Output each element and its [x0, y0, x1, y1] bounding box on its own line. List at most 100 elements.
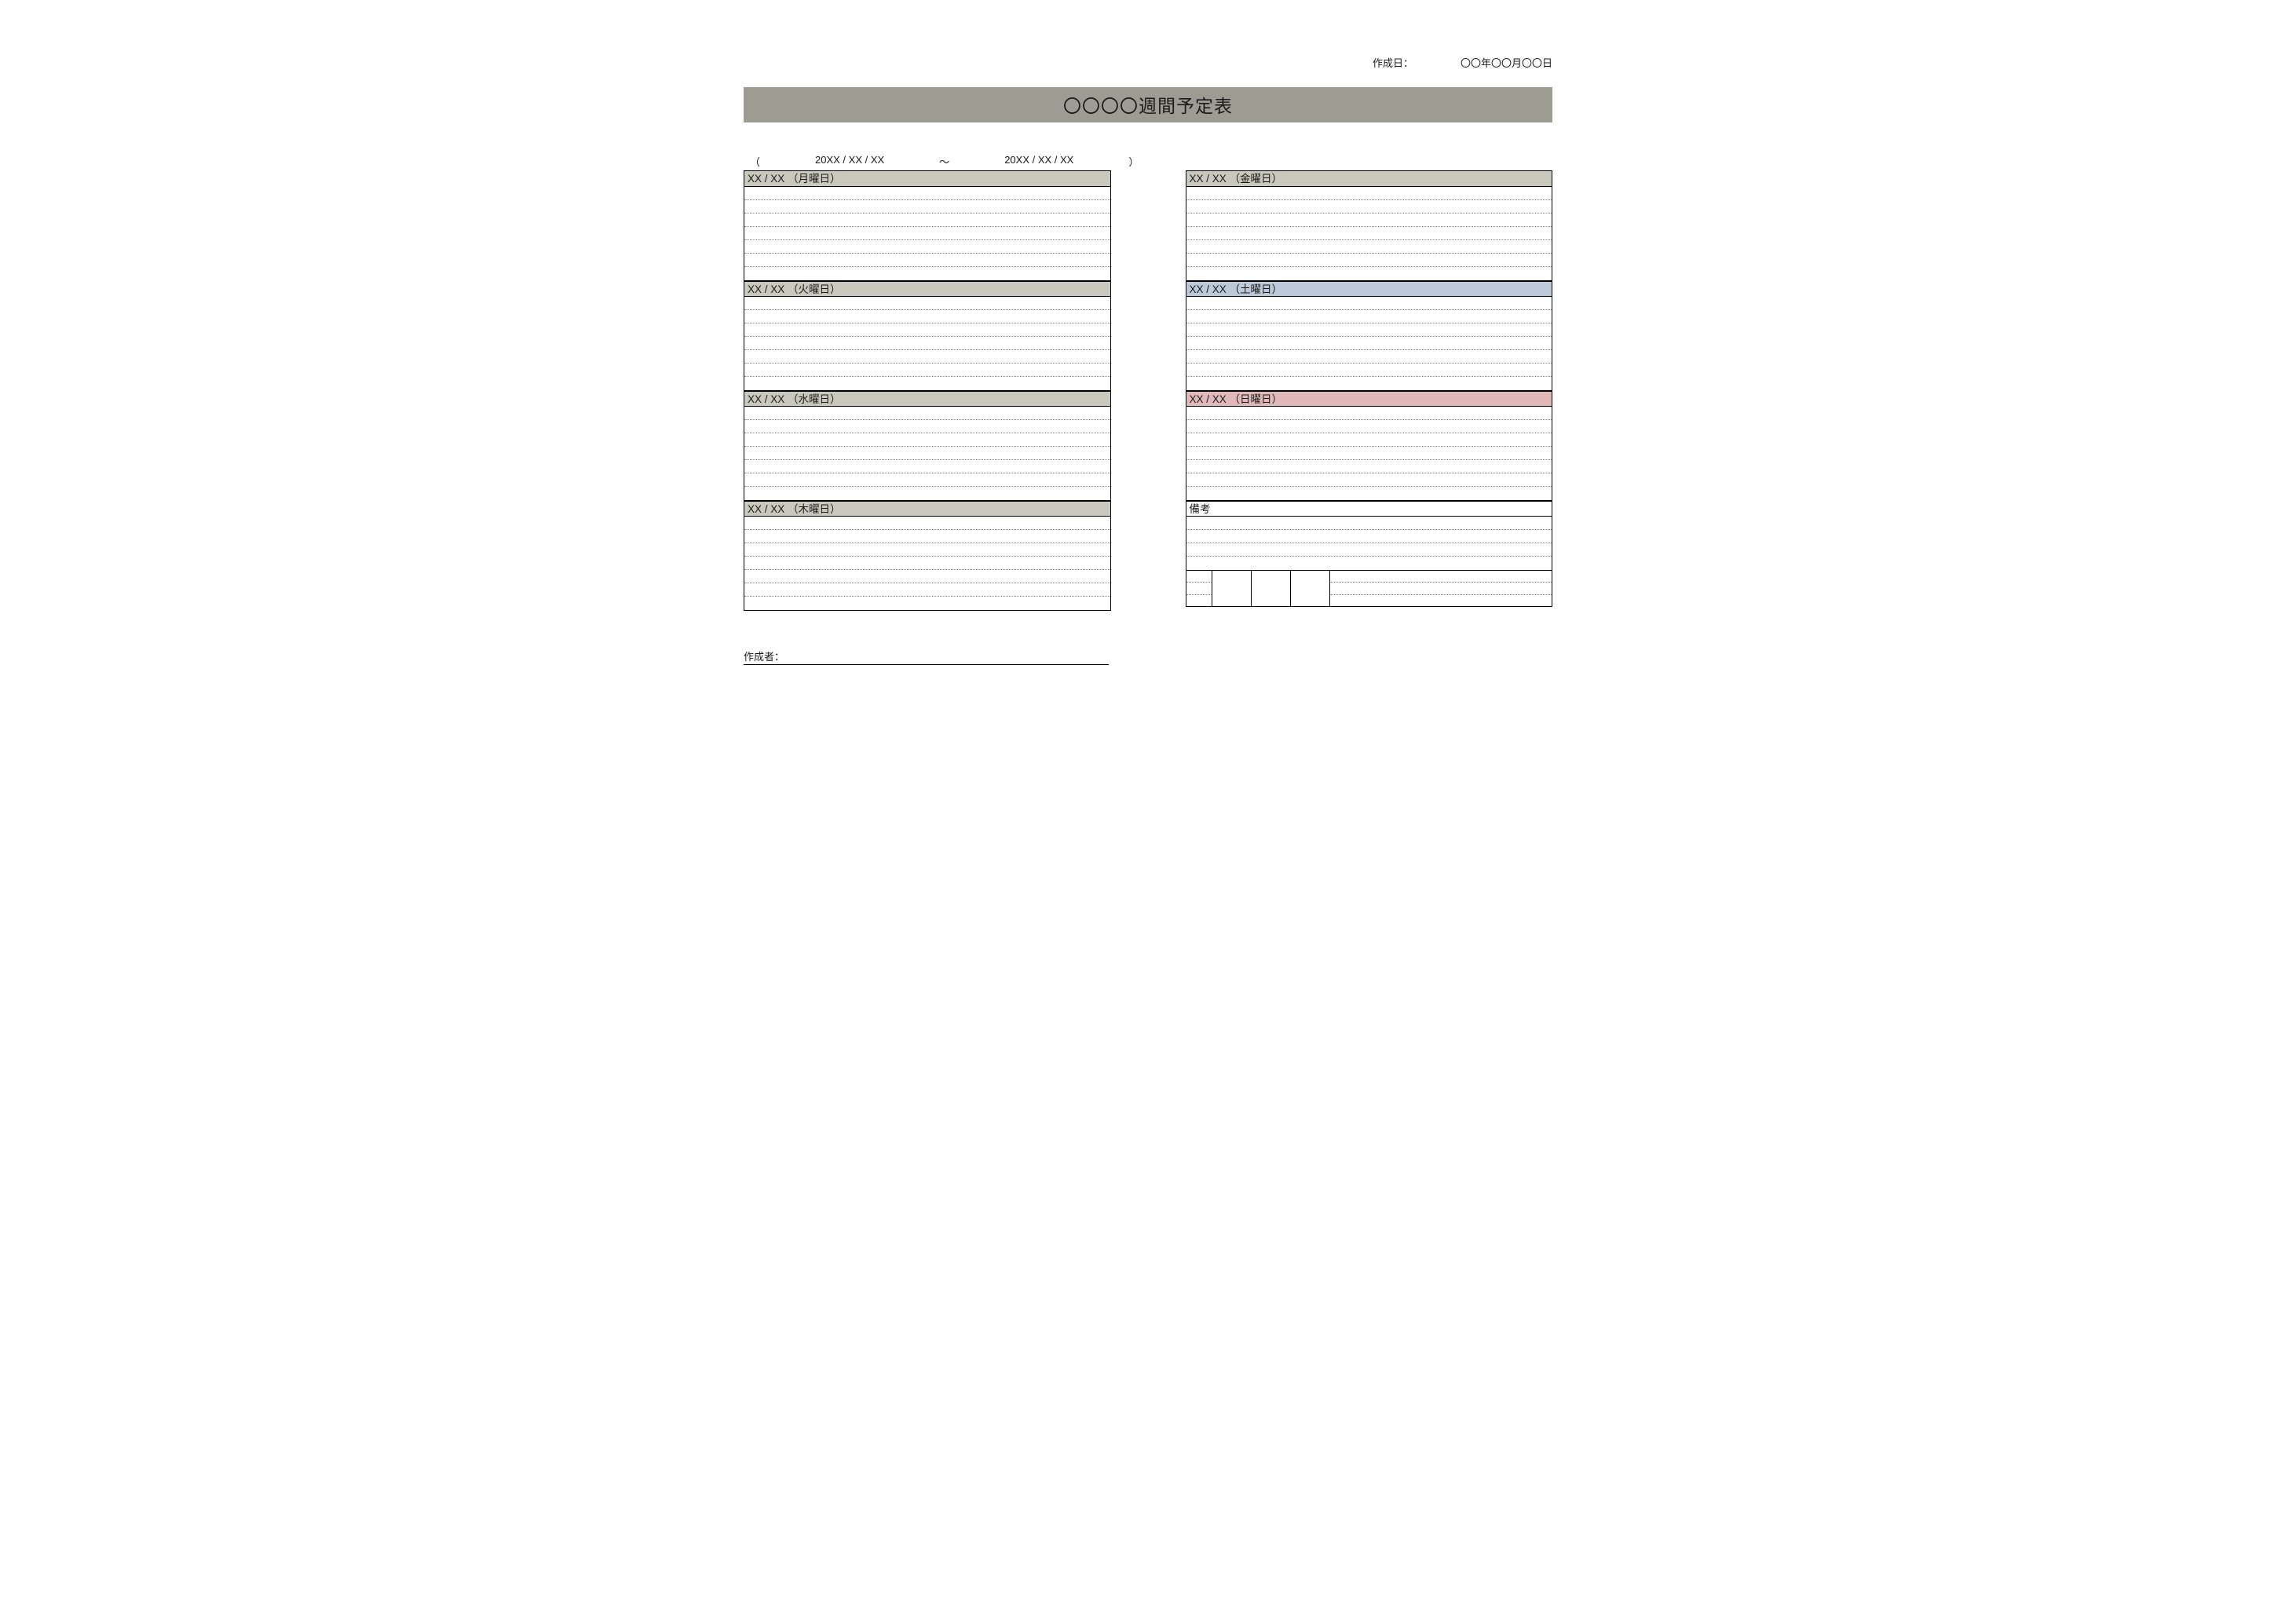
- schedule-line[interactable]: [1186, 557, 1552, 570]
- day-lines-friday: [1186, 187, 1552, 280]
- day-block-friday: XX / XX （金曜日）: [1186, 170, 1553, 281]
- schedule-line[interactable]: [1186, 227, 1552, 240]
- schedule-line[interactable]: [744, 597, 1110, 610]
- schedule-line[interactable]: [744, 460, 1110, 473]
- day-header-thursday: XX / XX （木曜日）: [744, 501, 1110, 517]
- schedule-line[interactable]: [744, 517, 1110, 530]
- schedule-line[interactable]: [1186, 297, 1552, 310]
- schedule-line[interactable]: [1186, 187, 1552, 200]
- schedule-line[interactable]: [1186, 447, 1552, 460]
- day-block-wednesday: XX / XX （水曜日）: [744, 391, 1111, 501]
- day-lines-sunday: [1186, 407, 1552, 500]
- author-field[interactable]: 作成者：: [744, 648, 1109, 665]
- schedule-line[interactable]: [1186, 487, 1552, 500]
- day-block-tuesday: XX / XX （火曜日）: [744, 281, 1111, 391]
- schedule-line[interactable]: [1186, 571, 1212, 583]
- schedule-line[interactable]: [744, 350, 1110, 363]
- schedule-line[interactable]: [1186, 543, 1552, 557]
- schedule-line[interactable]: [1186, 595, 1212, 606]
- schedule-line[interactable]: [744, 297, 1110, 310]
- day-header-tuesday: XX / XX （火曜日）: [744, 281, 1110, 297]
- stamp-row: [1186, 570, 1552, 606]
- stamp-right-area: [1330, 571, 1552, 606]
- day-header-saturday: XX / XX （土曜日）: [1186, 281, 1552, 297]
- schedule-line[interactable]: [1186, 240, 1552, 254]
- schedule-line[interactable]: [1186, 583, 1212, 594]
- schedule-line[interactable]: [744, 447, 1110, 460]
- schedule-line[interactable]: [744, 557, 1110, 570]
- schedule-line[interactable]: [1186, 214, 1552, 227]
- schedule-line[interactable]: [1186, 377, 1552, 390]
- schedule-line[interactable]: [744, 570, 1110, 583]
- created-date-value: 〇〇年〇〇月〇〇日: [1461, 55, 1552, 70]
- day-lines-saturday: [1186, 297, 1552, 390]
- day-header-monday: XX / XX （月曜日）: [744, 171, 1110, 187]
- day-header-sunday: XX / XX （日曜日）: [1186, 391, 1552, 407]
- schedule-line[interactable]: [744, 214, 1110, 227]
- schedule-line[interactable]: [744, 240, 1110, 254]
- schedule-line[interactable]: [1186, 310, 1552, 323]
- schedule-line[interactable]: [1186, 530, 1552, 543]
- schedule-line[interactable]: [744, 337, 1110, 350]
- schedule-line[interactable]: [1186, 350, 1552, 363]
- stamp-box[interactable]: [1252, 571, 1291, 606]
- schedule-line[interactable]: [1186, 323, 1552, 337]
- schedule-line[interactable]: [1186, 267, 1552, 280]
- schedule-line[interactable]: [744, 323, 1110, 337]
- document-title: 〇〇〇〇週間予定表: [744, 87, 1552, 122]
- day-block-saturday: XX / XX （土曜日）: [1186, 281, 1553, 391]
- schedule-line[interactable]: [744, 200, 1110, 214]
- right-column: XX / XX （金曜日） XX / XX （土曜日）: [1186, 170, 1553, 611]
- schedule-line[interactable]: [744, 227, 1110, 240]
- date-range: （ 20XX / XX / XX ～ 20XX / XX / XX ）: [744, 154, 1552, 169]
- day-lines-monday: [744, 187, 1110, 280]
- schedule-line[interactable]: [744, 420, 1110, 433]
- range-close-paren: ）: [1128, 154, 1139, 169]
- schedule-line[interactable]: [1186, 433, 1552, 447]
- day-header-wednesday: XX / XX （水曜日）: [744, 391, 1110, 407]
- day-header-friday: XX / XX （金曜日）: [1186, 171, 1552, 187]
- range-end-date: 20XX / XX / XX: [1004, 154, 1073, 169]
- created-date-label: 作成日：: [1373, 55, 1413, 70]
- day-block-thursday: XX / XX （木曜日）: [744, 501, 1111, 611]
- schedule-columns: XX / XX （月曜日） XX / XX （火曜日）: [744, 170, 1552, 611]
- schedule-line[interactable]: [1186, 517, 1552, 530]
- schedule-line[interactable]: [744, 433, 1110, 447]
- schedule-line[interactable]: [1330, 595, 1552, 606]
- schedule-line[interactable]: [744, 363, 1110, 377]
- stamp-box[interactable]: [1212, 571, 1252, 606]
- remarks-block: 備考: [1186, 501, 1553, 607]
- schedule-line[interactable]: [744, 267, 1110, 280]
- day-block-monday: XX / XX （月曜日）: [744, 170, 1111, 281]
- schedule-line[interactable]: [744, 543, 1110, 557]
- stamp-box[interactable]: [1291, 571, 1330, 606]
- day-lines-wednesday: [744, 407, 1110, 500]
- schedule-line[interactable]: [1186, 473, 1552, 487]
- remarks-lines: [1186, 517, 1552, 570]
- range-open-paren: （: [750, 154, 760, 169]
- schedule-line[interactable]: [744, 377, 1110, 390]
- schedule-line[interactable]: [744, 254, 1110, 267]
- document-meta: 作成日： 〇〇年〇〇月〇〇日: [744, 55, 1552, 70]
- schedule-line[interactable]: [744, 530, 1110, 543]
- schedule-line[interactable]: [744, 487, 1110, 500]
- schedule-line[interactable]: [744, 187, 1110, 200]
- day-lines-thursday: [744, 517, 1110, 610]
- schedule-line[interactable]: [744, 473, 1110, 487]
- remarks-header: 備考: [1186, 501, 1552, 517]
- schedule-line[interactable]: [1186, 363, 1552, 377]
- schedule-line[interactable]: [1330, 583, 1552, 594]
- schedule-line[interactable]: [1186, 460, 1552, 473]
- schedule-line[interactable]: [1186, 337, 1552, 350]
- schedule-line[interactable]: [744, 583, 1110, 597]
- schedule-line[interactable]: [744, 407, 1110, 420]
- schedule-line[interactable]: [1186, 420, 1552, 433]
- schedule-line[interactable]: [1330, 571, 1552, 583]
- schedule-line[interactable]: [1186, 407, 1552, 420]
- schedule-line[interactable]: [744, 310, 1110, 323]
- schedule-line[interactable]: [1186, 200, 1552, 214]
- schedule-line[interactable]: [1186, 254, 1552, 267]
- day-block-sunday: XX / XX （日曜日）: [1186, 391, 1553, 501]
- left-column: XX / XX （月曜日） XX / XX （火曜日）: [744, 170, 1111, 611]
- day-lines-tuesday: [744, 297, 1110, 390]
